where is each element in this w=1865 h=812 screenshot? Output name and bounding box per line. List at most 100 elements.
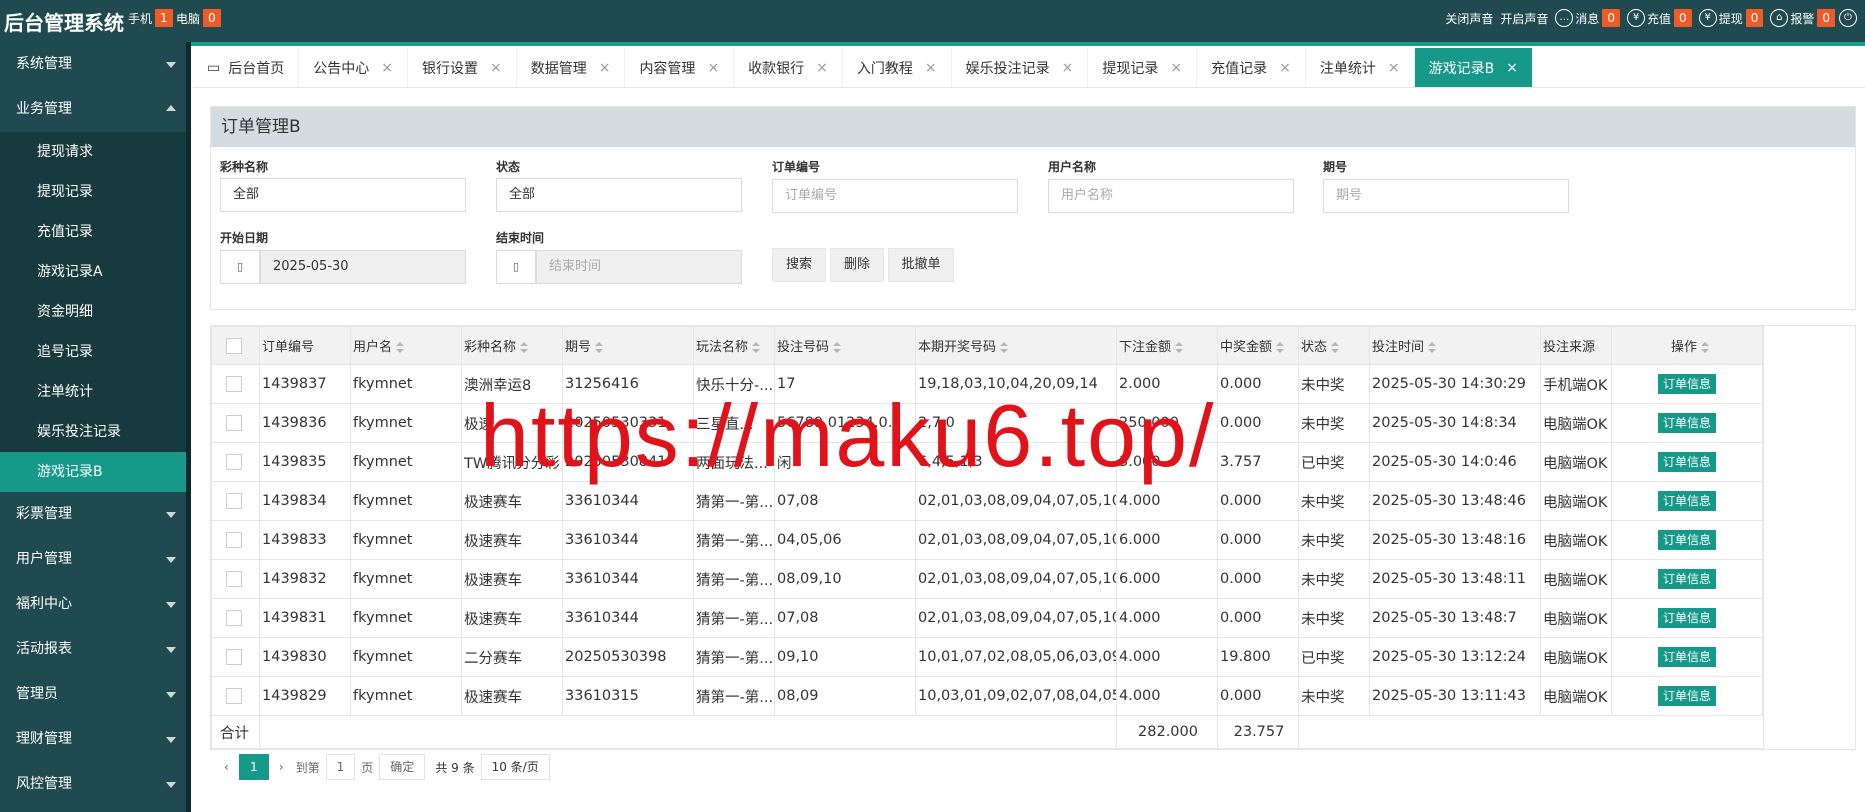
sidebar-group[interactable]: 风控管理 <box>0 762 186 807</box>
sidebar-item[interactable]: 游戏记录B <box>0 452 186 492</box>
user-input[interactable]: 用户名称 <box>1048 179 1294 213</box>
column-header[interactable]: 本期开奖号码 <box>915 326 1117 365</box>
order-info-button[interactable]: 订单信息 <box>1657 530 1716 550</box>
sidebar-group[interactable]: 业务管理 <box>0 87 186 132</box>
row-checkbox[interactable] <box>226 493 242 509</box>
page-size-select[interactable]: 10 条/页 <box>480 754 550 780</box>
close-icon[interactable]: × <box>1279 60 1291 76</box>
header-action-4[interactable]: ¥ 提现 0 <box>1698 9 1764 27</box>
column-header[interactable]: 彩种名称 <box>461 326 563 365</box>
calendar-icon[interactable]: ▯ <box>496 250 536 284</box>
power-icon[interactable]: ⏻ <box>1839 9 1857 27</box>
row-checkbox[interactable] <box>226 610 242 626</box>
batch-cancel-button[interactable]: 批撤单 <box>888 248 954 282</box>
row-checkbox[interactable] <box>226 415 242 431</box>
close-icon[interactable]: × <box>1062 60 1074 76</box>
search-button[interactable]: 搜索 <box>772 248 826 282</box>
sidebar-group[interactable]: 福利中心 <box>0 582 186 627</box>
close-icon[interactable]: × <box>381 60 393 76</box>
tab[interactable]: 公告中心 × <box>299 48 408 87</box>
column-header[interactable]: 状态 <box>1298 326 1370 365</box>
row-checkbox[interactable] <box>226 571 242 587</box>
order-info-button[interactable]: 订单信息 <box>1657 647 1716 667</box>
close-icon[interactable]: × <box>925 60 937 76</box>
tab[interactable]: 银行设置 × <box>408 48 517 87</box>
sidebar-item[interactable]: 注单统计 <box>0 372 186 412</box>
sidebar-group[interactable]: 系统管理 <box>0 42 186 87</box>
sidebar-group[interactable]: 用户管理 <box>0 537 186 582</box>
select-all-checkbox[interactable] <box>226 337 242 354</box>
order-input[interactable]: 订单编号 <box>772 179 1018 213</box>
sidebar-item[interactable]: 提现请求 <box>0 132 186 172</box>
end-date-input[interactable]: 结束时间 <box>536 250 742 284</box>
sidebar-item[interactable]: 追号记录 <box>0 332 186 372</box>
issue-input[interactable]: 期号 <box>1323 179 1569 213</box>
row-checkbox[interactable] <box>226 688 242 704</box>
lottery-select[interactable]: 全部 <box>220 178 466 212</box>
close-icon[interactable]: × <box>1170 60 1182 76</box>
order-info-button[interactable]: 订单信息 <box>1657 452 1716 472</box>
tab[interactable]: 收款银行 × <box>734 48 843 87</box>
column-header[interactable]: 期号 <box>562 326 694 365</box>
header-action-2[interactable]: … 消息 0 <box>1555 9 1621 27</box>
goto-page-input[interactable]: 1 <box>325 754 356 780</box>
mobile-counter[interactable]: 手机 1 <box>128 9 173 27</box>
close-icon[interactable]: × <box>816 60 828 76</box>
sidebar-group[interactable]: 活动报表 <box>0 627 186 672</box>
sidebar-item[interactable]: 充值记录 <box>0 212 186 252</box>
tab[interactable]: 娱乐投注记录 × <box>952 48 1089 87</box>
order-info-button[interactable]: 订单信息 <box>1657 608 1716 628</box>
header-action-3[interactable]: ¥ 充值 0 <box>1627 9 1692 27</box>
calendar-icon[interactable]: ▯ <box>220 250 260 284</box>
goto-confirm-button[interactable]: 确定 <box>379 754 426 780</box>
row-checkbox[interactable] <box>226 376 242 392</box>
order-info-button[interactable]: 订单信息 <box>1657 413 1716 433</box>
sidebar-scrollbar[interactable] <box>186 42 191 812</box>
sidebar-item[interactable]: 娱乐投注记录 <box>0 412 186 452</box>
header-action-1[interactable]: 开启声音 <box>1500 10 1548 27</box>
column-header[interactable]: 下注金额 <box>1116 326 1218 365</box>
close-icon[interactable]: × <box>599 60 611 76</box>
tab[interactable]: 内容管理 × <box>625 48 735 87</box>
close-icon[interactable]: × <box>490 60 502 76</box>
column-header[interactable]: 中奖金额 <box>1217 326 1299 365</box>
column-header[interactable]: 玩法名称 <box>693 326 775 365</box>
tab[interactable]: 注单统计 × <box>1306 48 1415 87</box>
column-header[interactable]: 投注来源 <box>1540 326 1612 365</box>
column-header[interactable]: 操作 <box>1611 326 1763 365</box>
close-icon[interactable]: × <box>1506 60 1518 76</box>
tab[interactable]: 充值记录 × <box>1197 48 1306 87</box>
close-icon[interactable]: × <box>1388 60 1400 76</box>
close-icon[interactable]: × <box>707 60 719 76</box>
row-checkbox[interactable] <box>226 532 242 548</box>
tab[interactable]: 提现记录 × <box>1088 48 1198 87</box>
row-checkbox[interactable] <box>226 454 242 470</box>
prev-page-icon[interactable]: ‹ <box>224 760 229 774</box>
tab[interactable]: 入门教程 × <box>843 48 952 87</box>
sidebar-group[interactable]: 理财管理 <box>0 717 186 762</box>
header-action-5[interactable]: ⌂ 报警 0 <box>1770 9 1835 27</box>
status-select[interactable]: 全部 <box>496 178 742 212</box>
tab[interactable]: 数据管理 × <box>517 48 626 87</box>
column-header[interactable]: 投注号码 <box>774 326 916 365</box>
order-info-button[interactable]: 订单信息 <box>1657 569 1716 589</box>
column-header[interactable]: 用户名 <box>350 326 462 365</box>
sidebar-item[interactable]: 提现记录 <box>0 172 186 212</box>
order-info-button[interactable]: 订单信息 <box>1657 491 1716 511</box>
page-1-button[interactable]: 1 <box>238 754 269 780</box>
order-info-button[interactable]: 订单信息 <box>1657 374 1716 394</box>
sidebar-item[interactable]: 游戏记录A <box>0 252 186 292</box>
next-page-icon[interactable]: › <box>279 760 284 774</box>
sidebar-group[interactable]: 管理员 <box>0 672 186 717</box>
column-header[interactable]: 投注时间 <box>1369 326 1541 365</box>
sidebar-item[interactable]: 资金明细 <box>0 292 186 332</box>
tab[interactable]: ▭ 后台首页 <box>193 48 300 87</box>
row-checkbox[interactable] <box>226 649 242 665</box>
start-date-input[interactable]: 2025-05-30 <box>260 250 466 284</box>
header-action-0[interactable]: 关闭声音 <box>1445 10 1493 27</box>
column-header[interactable]: 订单编号 <box>259 326 351 365</box>
delete-button[interactable]: 删除 <box>830 248 884 282</box>
pc-counter[interactable]: 电脑 0 <box>176 9 221 27</box>
sidebar-group[interactable]: 彩票管理 <box>0 492 186 537</box>
order-info-button[interactable]: 订单信息 <box>1657 686 1716 706</box>
